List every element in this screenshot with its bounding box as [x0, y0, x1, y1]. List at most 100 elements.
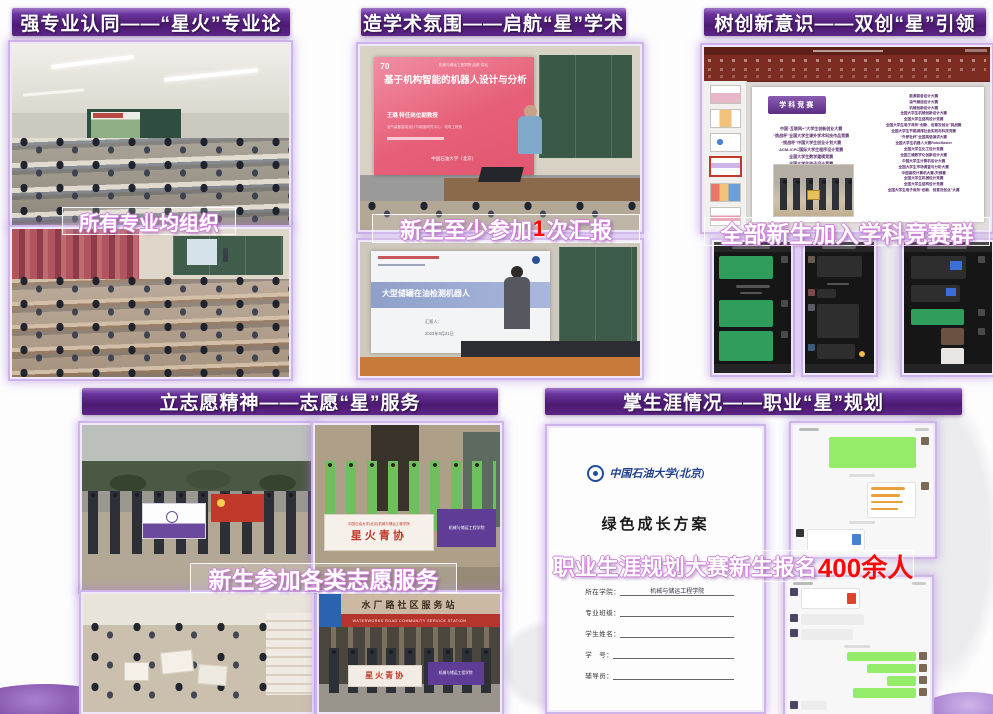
slide-thumbnail: [710, 183, 741, 202]
avatar: [808, 289, 815, 296]
chalkboard: [559, 247, 637, 343]
caption-text: 全部新生加入学科竞赛群: [721, 215, 974, 249]
slide-thumbnail-selected: [710, 157, 741, 176]
slide-thumbnail: [710, 133, 741, 152]
field-value: [620, 629, 734, 638]
avatar: [796, 529, 804, 537]
timestamp-pill: [849, 474, 875, 477]
green-message-bubble: [829, 437, 916, 468]
av-console: [461, 341, 640, 357]
avatar: [781, 256, 788, 263]
doc-fields: 所在学院：机械与储运工程学院 专业班级： 学生姓名： 学 号： 辅导员：: [585, 586, 734, 691]
chat-input-bar: [904, 364, 992, 373]
doc-field-row: 学 号：: [585, 649, 734, 659]
lecture-photo-1: 70 机械与储运工程学院“启航”讲坛 基于机构智能的机器人设计与分析 王璐 特任…: [358, 44, 642, 232]
avatar: [808, 256, 815, 263]
chalkboard: [539, 55, 631, 158]
station-sign-board: 水厂路社区服务站: [319, 594, 500, 614]
gray-message-bubble: [817, 256, 863, 277]
avatar: [808, 344, 815, 351]
caption-overlay-career: 职业生涯规划大赛新生报名400余人: [552, 550, 914, 582]
purple-banner-text: 机械与储运工程学院: [449, 525, 485, 531]
caption-overlay-innovation: 全部新生加入学科竞赛群: [704, 217, 990, 246]
doc-title: 绿色成长方案: [549, 513, 762, 534]
field-label: 学生姓名：: [585, 628, 620, 638]
carton-box: [197, 664, 228, 686]
volunteer-photo-station: 水厂路社区服务站 WATERWORKS ROAD COMMUNITY SERVI…: [317, 592, 502, 714]
avatar: [919, 652, 927, 660]
competition-item: 全国大学生数学建模竞赛: [759, 153, 863, 160]
avatar: [919, 676, 927, 684]
flag-emblem: [217, 499, 225, 507]
red-banner: 星火青协: [348, 665, 422, 687]
field-value: [613, 650, 734, 659]
ppt-ribbon: [704, 55, 990, 82]
window-title-blur: [799, 428, 819, 431]
lecture1-dept: 油气装备智能设计与制造研究中心，机电工程系: [387, 125, 462, 130]
college-flag: [142, 503, 206, 540]
youth-league-flag: [211, 494, 264, 522]
list-row: [871, 487, 904, 490]
avatar: [919, 664, 927, 672]
section-header-volunteer: 立志愿精神——志愿“星”服务: [82, 388, 498, 415]
avatar: [781, 331, 788, 338]
board-lines: [539, 55, 631, 158]
gray-message-bubble: [911, 256, 966, 278]
avatar: [790, 588, 798, 596]
award-group-photo: [773, 164, 854, 217]
section-header-innovation-label: 树创新意识——双创“星”引领: [714, 9, 975, 36]
green-message-bubble: [867, 664, 916, 673]
section-header-academic-label: 造学术氛围——启航“星”学术: [363, 9, 624, 36]
field-label: 所在学院：: [585, 586, 620, 596]
section-header-major: 强专业认同——“星火”专业论: [12, 8, 290, 36]
classroom-photo-2: [10, 227, 291, 379]
caption-number: 400余人: [818, 548, 913, 585]
gray-message-bubble: [817, 304, 860, 338]
competition-item: 中国“互联网+”大学生创新创业大赛: [759, 125, 863, 132]
avatar: [919, 688, 927, 696]
univ-emblem: [532, 256, 540, 264]
green-message-bubble: [719, 300, 773, 328]
doc-field-row: 辅导员：: [585, 670, 734, 680]
ppt-titlebar: [704, 47, 990, 55]
lecture2-reporter: 汇报人：: [425, 319, 442, 325]
board-lines: [559, 247, 637, 343]
powerpoint-window-screenshot: 学科竞赛 中国“互联网+”大学生创新创业大赛“挑战杯”全国大学生课外学术科技作品…: [702, 45, 992, 232]
window-controls: [965, 49, 987, 52]
green-message-bubble: [887, 676, 916, 685]
ppt-left-list: 中国“互联网+”大学生创新创业大赛“挑战杯”全国大学生课外学术科技作品竞赛“挑战…: [759, 125, 863, 167]
gray-message-bubble: [801, 614, 864, 625]
caption-text: 次汇报: [546, 213, 612, 245]
speaker-body: [504, 277, 530, 329]
avatar: [978, 256, 985, 263]
avatar: [921, 437, 929, 445]
center-name-line: [378, 264, 425, 266]
career-chat-screenshot-2: [785, 577, 932, 714]
ribbon-icons-blur: [708, 75, 960, 78]
section-header-volunteer-label: 立志愿精神——志愿“星”服务: [159, 388, 420, 415]
caption-overlay-volunteer: 新生参加各类志愿服务: [190, 563, 457, 593]
system-message: [736, 285, 770, 288]
career-chat-screenshot-1: [791, 423, 935, 557]
slide-thumbnail: [710, 109, 741, 128]
anniversary-logo: 70: [380, 62, 389, 71]
doc-school-name: 中国石油大学(北京): [609, 465, 704, 481]
avatar: [790, 614, 798, 622]
speaker-body: [518, 116, 542, 154]
gray-message-bubble: [817, 289, 836, 298]
avatar: [978, 309, 985, 316]
caption-overlay-major: 所有专业均组织: [62, 207, 236, 235]
green-message-bubble: [911, 309, 964, 325]
competition-item: “挑战杯”全国大学生课外学术科技作品竞赛: [759, 132, 863, 139]
banner-main-text: 星火青协: [365, 670, 405, 681]
caption-text: 新生参加各类志愿服务: [209, 561, 439, 595]
timestamp-pill: [844, 645, 870, 648]
emblem-core: [593, 471, 598, 476]
system-message: [740, 292, 762, 295]
avatar: [790, 629, 798, 637]
lecture-photo-2: 大型储罐在油检测机器人 汇报人： 2023年9月21日: [358, 240, 642, 378]
section-header-career: 掌生涯情况——职业“星”规划: [545, 388, 962, 415]
avatar: [808, 304, 815, 311]
caption-text: 新生至少参加: [400, 213, 532, 245]
section-header-academic: 造学术氛围——启航“星”学术: [361, 8, 626, 36]
